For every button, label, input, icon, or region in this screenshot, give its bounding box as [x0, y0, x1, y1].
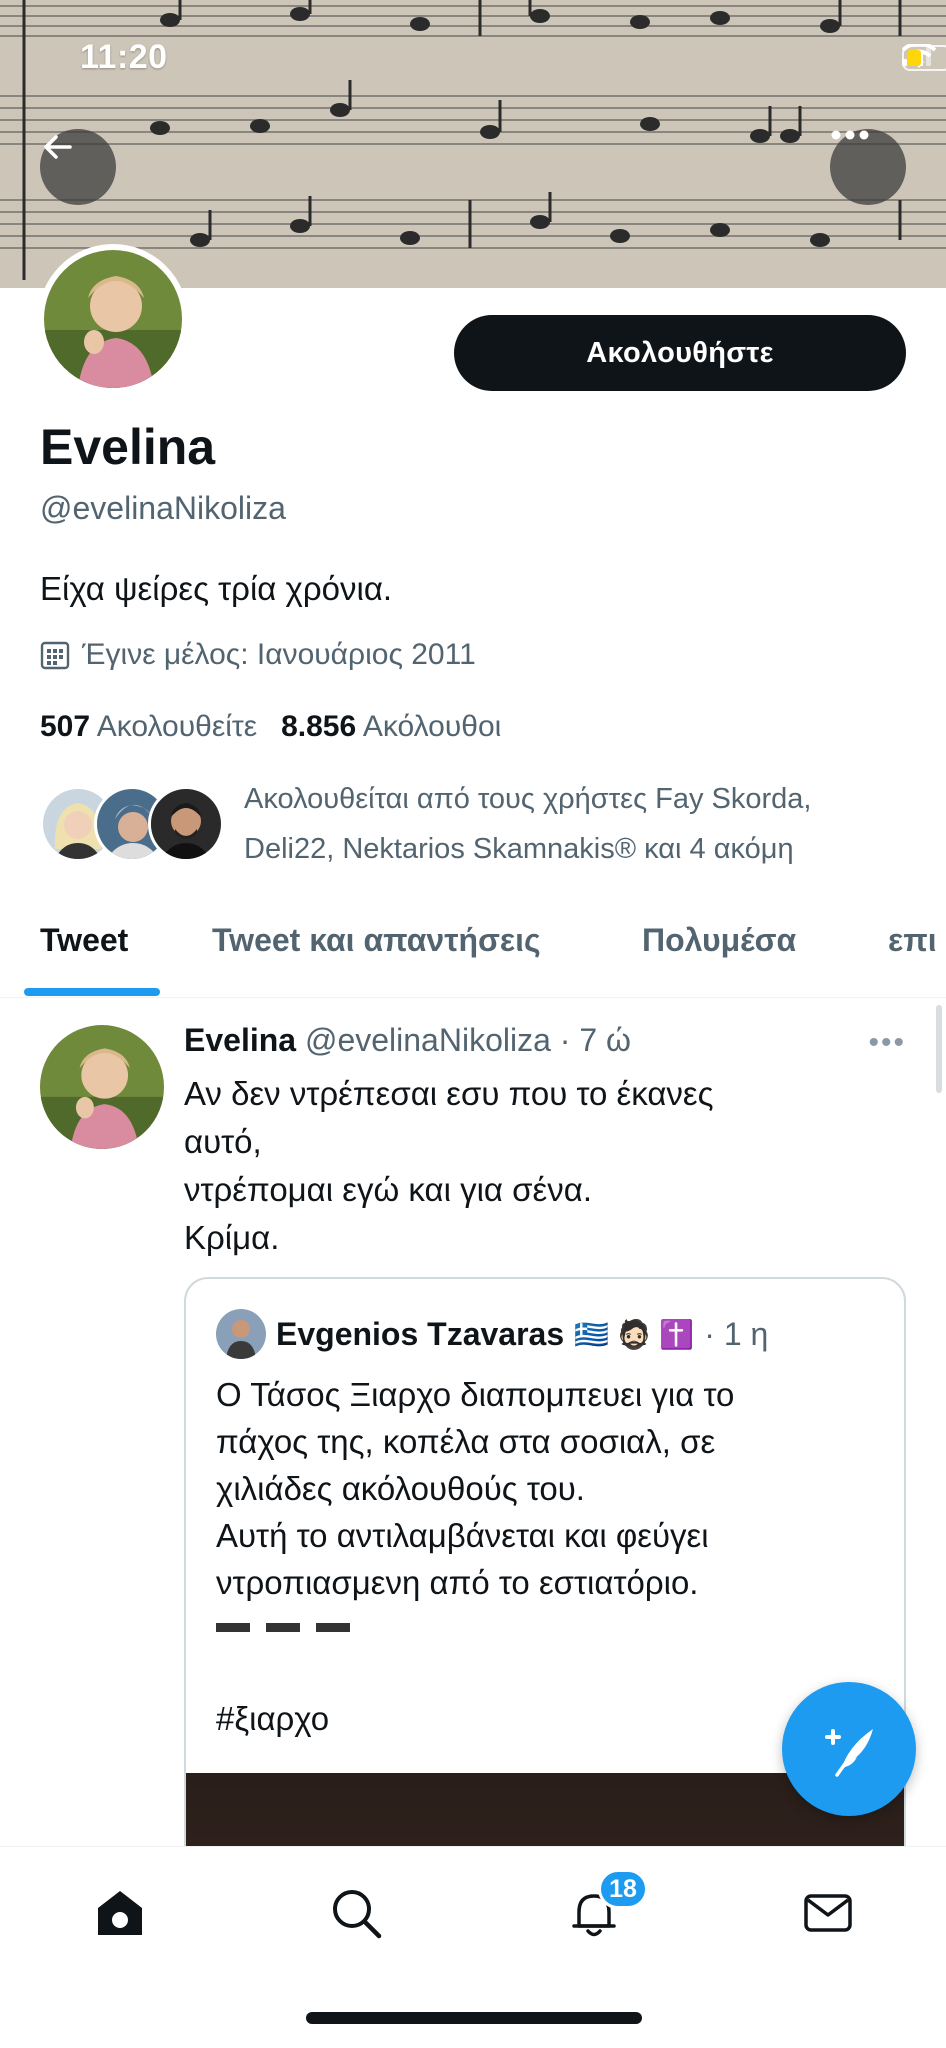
- tweet-author-photo: [40, 1025, 164, 1149]
- status-time: 11:20: [80, 38, 168, 76]
- followers-count: 8.856: [281, 710, 357, 743]
- back-button[interactable]: [40, 129, 116, 205]
- scrollbar[interactable]: [936, 1005, 942, 1093]
- quoted-author-name: Evgenios Tzavaras: [276, 1315, 565, 1352]
- mail-icon: [804, 1894, 852, 1932]
- tweet-header: Evelina @evelinaNikoliza · 7 ώ: [184, 1022, 631, 1059]
- followed-by-line: Deli22, Nektarios Skamnakis® και 4 ακόμη: [244, 833, 794, 865]
- profile-tabs: Tweet Tweet και απαντήσεις Πολυμέσα επι: [0, 900, 946, 998]
- quoted-author-avatar: [216, 1309, 266, 1359]
- following-link[interactable]: 507 Ακολουθείτε: [40, 710, 257, 744]
- tweet-text: Αν δεν ντρέπεσαι εσυ που το έκανες αυτό,…: [184, 1070, 884, 1262]
- quote-line: Ο Τάσος Ξιαρχο διαπομπευει για το: [216, 1376, 735, 1413]
- quoted-tweet-header: Evgenios Tzavaras 🇬🇷 🧔🏻 ✝️ · 1 η: [216, 1309, 768, 1359]
- followed-by-line: Ακολουθείται από τους χρήστες Fay Skorda…: [244, 783, 812, 815]
- tweet-author-name[interactable]: Evelina: [184, 1022, 296, 1058]
- tweet-more-button[interactable]: •••: [868, 1026, 906, 1060]
- quote-line: ντροπιασμενη από το εστιατόριο.: [216, 1564, 699, 1601]
- tweet-line: αυτό,: [184, 1123, 262, 1160]
- notification-badge: 18: [598, 1869, 648, 1909]
- profile-photo: [44, 250, 182, 388]
- follow-counts: 507 Ακολουθείτε 8.856 Ακόλουθοι: [40, 710, 501, 744]
- calendar-icon: [40, 641, 70, 670]
- compose-tweet-button[interactable]: [782, 1682, 916, 1816]
- tab-media[interactable]: Πολυμέσα: [642, 922, 796, 959]
- quote-line: χιλιάδες ακόλουθούς του.: [216, 1470, 585, 1507]
- ellipsis-icon: [831, 130, 869, 140]
- arrow-left-icon: [44, 135, 72, 159]
- nav-messages[interactable]: [798, 1883, 858, 1943]
- home-icon: [98, 1891, 142, 1935]
- followed-by-avatars: [40, 782, 224, 862]
- tab-tweets-replies[interactable]: Tweet και απαντήσεις: [212, 922, 541, 959]
- search-icon: [333, 1890, 382, 1939]
- followed-by[interactable]: Ακολουθείται από τους χρήστες Fay Skorda…: [40, 782, 920, 874]
- quote-line: Αυτή το αντιλαμβάνεται και φεύγει: [216, 1517, 709, 1554]
- dash-divider: [216, 1606, 896, 1648]
- battery-icon: [902, 45, 946, 71]
- quoted-author-emoji: 🇬🇷 🧔🏻 ✝️: [574, 1318, 695, 1350]
- followers-label: Ακόλουθοι: [362, 710, 502, 743]
- tab-tweets[interactable]: Tweet: [40, 922, 128, 959]
- joined-label: Έγινε μέλος: Ιανουάριος 2011: [82, 638, 476, 671]
- tweet-line: Αν δεν ντρέπεσαι εσυ που το έκανες: [184, 1075, 714, 1112]
- followers-link[interactable]: 8.856 Ακόλουθοι: [281, 710, 501, 744]
- profile-banner[interactable]: 11:20: [0, 0, 946, 288]
- active-tab-indicator: [24, 988, 160, 996]
- tweet-meta: @evelinaNikoliza · 7 ώ: [304, 1022, 631, 1058]
- quoted-tweet-text: Ο Τάσος Ξιαρχο διαπομπευει για το πάχος …: [216, 1371, 896, 1742]
- nav-home[interactable]: [90, 1883, 150, 1943]
- follow-button[interactable]: Ακολουθήστε: [454, 315, 906, 391]
- followed-by-text: Ακολουθείται από τους χρήστες Fay Skorda…: [244, 774, 811, 874]
- more-options-button[interactable]: [830, 129, 906, 205]
- compose-feather-icon: [825, 1729, 873, 1777]
- home-indicator: [306, 2012, 642, 2024]
- profile-avatar[interactable]: [38, 244, 188, 394]
- joined-date: Έγινε μέλος: Ιανουάριος 2011: [40, 638, 476, 672]
- quote-line: πάχος της, κοπέλα στα σοσιαλ, σε: [216, 1423, 716, 1460]
- following-label: Ακολουθείτε: [96, 710, 258, 743]
- tweet-line: ντρέπομαι εγώ και για σένα.: [184, 1171, 592, 1208]
- nav-search[interactable]: [326, 1883, 386, 1943]
- follower-avatar: [148, 786, 224, 862]
- profile-name: Evelina: [40, 419, 216, 475]
- profile-handle: @evelinaNikoliza: [40, 490, 286, 526]
- quoted-tweet-time: · 1 η: [704, 1315, 769, 1352]
- tweet-avatar[interactable]: [40, 1025, 164, 1149]
- following-count: 507: [40, 710, 91, 743]
- tweet-line: Κρίμα.: [184, 1219, 280, 1256]
- tab-likes[interactable]: επι: [888, 922, 937, 959]
- profile-bio: Είχα ψείρες τρία χρόνια.: [40, 570, 393, 607]
